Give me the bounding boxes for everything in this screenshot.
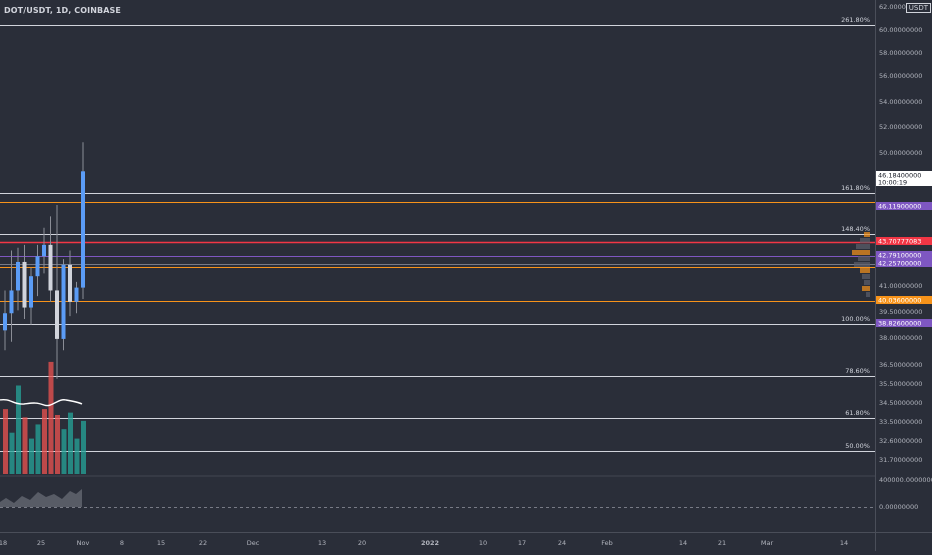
volume-bar bbox=[74, 438, 80, 474]
price-tag-label: 43.70777083 bbox=[878, 238, 921, 246]
chart-canvas[interactable]: 261.80% 161.80% 148.40% 100.00% 78.60% 61.80%… bbox=[0, 0, 875, 532]
volume-bar bbox=[61, 429, 67, 474]
volume-bar bbox=[29, 438, 34, 474]
time-tick-label: 13 bbox=[318, 539, 326, 547]
time-tick-label: 18 bbox=[0, 539, 7, 547]
price-tick-label: 35.50000000 bbox=[879, 380, 922, 388]
volume-profile-bar bbox=[852, 250, 870, 255]
volume-bar bbox=[55, 415, 60, 474]
volume-profile-bar bbox=[860, 238, 870, 243]
price-tick-label: 54.00000000 bbox=[879, 98, 922, 106]
volume-profile-bar bbox=[860, 268, 870, 273]
price-tick-label: 50.00000000 bbox=[879, 149, 922, 157]
price-tag-label: 42.25700000 bbox=[878, 260, 921, 268]
time-tick-label: 8 bbox=[120, 539, 124, 547]
volume-bar bbox=[81, 420, 86, 474]
volume-profile-bar bbox=[858, 256, 870, 261]
time-tick-label: Dec bbox=[247, 539, 260, 547]
time-tick-label: 25 bbox=[37, 539, 45, 547]
candle-body bbox=[81, 171, 85, 288]
volume-profile-bar bbox=[864, 232, 870, 237]
price-tag-countdown: 10:00:19 bbox=[878, 179, 907, 187]
candle-body bbox=[22, 261, 27, 308]
candle-body bbox=[29, 276, 33, 308]
volume-bar bbox=[68, 412, 73, 474]
candle-body bbox=[9, 290, 14, 314]
price-axis[interactable]: 62.00000000 60.00000000 58.00000000 56.0000… bbox=[875, 0, 932, 532]
indicator-area bbox=[0, 489, 82, 507]
time-tick-label: 20 bbox=[358, 539, 366, 547]
volume-bar bbox=[9, 432, 15, 474]
volume-bar bbox=[22, 417, 28, 474]
volume-profile-bar bbox=[862, 274, 870, 279]
time-tick-label: 2022 bbox=[421, 539, 439, 547]
fib-label: 161.80% bbox=[841, 184, 870, 192]
volume-bar bbox=[16, 385, 21, 474]
time-tick-label: Nov bbox=[77, 539, 90, 547]
price-tick-label: 52.00000000 bbox=[879, 123, 922, 131]
price-tick-label: 60.00000000 bbox=[879, 26, 922, 34]
fib-label: 61.80% bbox=[845, 409, 870, 417]
axis-corner bbox=[875, 532, 932, 551]
candle-body bbox=[42, 244, 46, 257]
volume-profile-bar bbox=[856, 244, 870, 249]
price-tag-label: 40.03600000 bbox=[878, 297, 921, 305]
time-tick-label: 24 bbox=[558, 539, 566, 547]
candle-body bbox=[48, 244, 53, 291]
price-tick-label: 0.00000000 bbox=[879, 503, 918, 511]
price-tick-label: 32.60000000 bbox=[879, 437, 922, 445]
volume-bar bbox=[42, 409, 47, 474]
price-tick-label: 33.50000000 bbox=[879, 418, 922, 426]
time-axis-canvas: 18 25 Nov 8 15 22 Dec 13 20 2022 10 17 24 Feb 14 21 Mar 1… bbox=[0, 539, 848, 547]
price-tag-label: 42.79100000 bbox=[878, 252, 921, 260]
fib-label: 78.60% bbox=[845, 367, 870, 375]
time-axis[interactable]: 18 25 Nov 8 15 22 Dec 13 20 2022 10 17 24 Feb 14 21 Mar 1… bbox=[0, 532, 875, 551]
price-axis-canvas: 62.0000000060.0000000058.0000000056.0000… bbox=[876, 3, 932, 511]
price-tag-label: 46.11900000 bbox=[878, 203, 921, 211]
fib-label: 148.40% bbox=[841, 225, 870, 233]
candle-body bbox=[35, 256, 40, 277]
price-tick-label: 31.70000000 bbox=[879, 456, 922, 464]
time-tick-label: Feb bbox=[601, 539, 613, 547]
candle-body bbox=[3, 313, 7, 331]
volume-profile-bar bbox=[866, 292, 870, 297]
time-tick-label: Mar bbox=[761, 539, 774, 547]
volume-bar bbox=[35, 424, 41, 474]
fib-label: 100.00% bbox=[841, 315, 870, 323]
candle-body bbox=[74, 287, 79, 302]
price-tick-label: 39.50000000 bbox=[879, 308, 922, 316]
price-tick-label: 34.50000000 bbox=[879, 399, 922, 407]
volume-profile-bar bbox=[854, 262, 870, 267]
volume-profile-bar bbox=[862, 286, 870, 291]
fib-label: 50.00% bbox=[845, 442, 870, 450]
volume-ma-line bbox=[0, 398, 83, 407]
time-tick-label: 14 bbox=[840, 539, 848, 547]
time-tick-label: 14 bbox=[679, 539, 687, 547]
candle-body bbox=[16, 261, 20, 291]
volume-bar bbox=[3, 409, 8, 474]
time-tick-label: 15 bbox=[157, 539, 165, 547]
time-tick-label: 22 bbox=[199, 539, 207, 547]
time-tick-label: 17 bbox=[518, 539, 526, 547]
price-tick-label: 58.00000000 bbox=[879, 49, 922, 57]
volume-profile-bar bbox=[864, 280, 870, 285]
candle-body bbox=[61, 264, 66, 339]
volume-bar bbox=[48, 361, 54, 474]
price-tag-label: 38.82600000 bbox=[878, 320, 921, 328]
candle-body bbox=[68, 264, 72, 302]
symbol-title: DOT/USDT, 1D, COINBASE bbox=[4, 6, 121, 15]
price-tick-label: 38.00000000 bbox=[879, 334, 922, 342]
candle-body bbox=[55, 290, 59, 339]
chart-pane[interactable]: 261.80% 161.80% 148.40% 100.00% 78.60% 61.80%… bbox=[0, 0, 875, 532]
time-tick-label: 10 bbox=[479, 539, 487, 547]
price-tick-label: 41.00000000 bbox=[879, 282, 922, 290]
fib-label: 261.80% bbox=[841, 16, 870, 24]
price-tick-label: 400000.00000000 bbox=[879, 476, 932, 484]
currency-badge[interactable]: USDT bbox=[905, 3, 931, 13]
price-tick-label: 36.50000000 bbox=[879, 361, 922, 369]
price-tick-label: 56.00000000 bbox=[879, 72, 922, 80]
time-tick-label: 21 bbox=[718, 539, 726, 547]
